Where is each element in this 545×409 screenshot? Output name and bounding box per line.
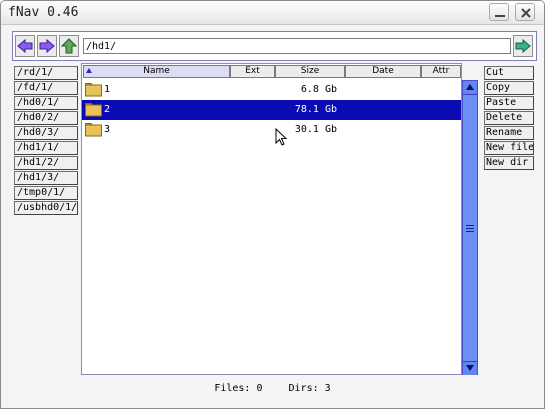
mouse-cursor-icon — [275, 128, 288, 146]
go-button[interactable] — [513, 35, 533, 57]
scroll-up-button[interactable] — [463, 81, 477, 94]
folder-icon — [85, 123, 102, 137]
delete-button[interactable]: Delete — [484, 111, 534, 125]
mount-list: /rd/1/ /fd/1/ /hd0/1/ /hd0/2/ /hd0/3/ /h… — [14, 66, 78, 216]
file-size: 6.8 Gb — [300, 84, 337, 95]
paste-button[interactable]: Paste — [484, 96, 534, 110]
size-column-header[interactable]: Size — [275, 65, 345, 78]
file-list[interactable]: Name Ext Size Date Attr 1 6.8 Gb 2 78.1 … — [81, 63, 462, 375]
file-row-selected[interactable]: 2 78.1 Gb — [82, 100, 461, 120]
path-bar — [12, 31, 537, 61]
mount-button[interactable]: /hd1/2/ — [14, 156, 78, 170]
close-icon — [521, 8, 531, 18]
grip-line — [466, 225, 474, 226]
mount-button[interactable]: /tmp0/1/ — [14, 186, 78, 200]
scroll-down-button[interactable] — [463, 362, 477, 375]
files-count: Files: 0 — [214, 383, 263, 394]
title-bar[interactable]: fNav 0.46 — [1, 1, 544, 25]
name-column-header[interactable]: Name — [83, 65, 230, 78]
left-arrow-icon — [17, 38, 33, 54]
file-size: 78.1 Gb — [294, 104, 337, 115]
file-row[interactable]: 1 6.8 Gb — [82, 80, 461, 100]
up-arrow-icon — [61, 38, 77, 54]
triangle-up-icon — [466, 84, 474, 90]
action-buttons: Cut Copy Paste Delete Rename New file Ne… — [484, 66, 534, 171]
forward-button[interactable] — [37, 35, 57, 57]
minimize-icon — [495, 15, 505, 17]
rename-button[interactable]: Rename — [484, 126, 534, 140]
mount-button[interactable]: /hd0/3/ — [14, 126, 78, 140]
go-arrow-icon — [515, 38, 531, 54]
scroll-thumb[interactable] — [463, 94, 477, 362]
main-panel: /rd/1/ /fd/1/ /hd0/1/ /hd0/2/ /hd0/3/ /h… — [2, 26, 543, 408]
folder-icon — [85, 83, 102, 97]
folder-icon — [85, 103, 102, 117]
file-name: 3 — [104, 124, 111, 135]
minimize-button[interactable] — [489, 3, 509, 21]
grip-line — [466, 228, 474, 229]
close-button[interactable] — [515, 3, 535, 21]
mount-button[interactable]: /hd0/2/ — [14, 111, 78, 125]
path-input[interactable] — [83, 38, 511, 54]
up-button[interactable] — [59, 35, 79, 57]
status-bar: Files: 0 Dirs: 3 — [2, 383, 543, 394]
cut-button[interactable]: Cut — [484, 66, 534, 80]
column-header: Name Ext Size Date Attr — [82, 64, 461, 78]
new-file-button[interactable]: New file — [484, 141, 534, 155]
attr-column-header[interactable]: Attr — [421, 65, 461, 78]
mount-button[interactable]: /fd/1/ — [14, 81, 78, 95]
mount-button[interactable]: /hd0/1/ — [14, 96, 78, 110]
file-name: 1 — [104, 84, 111, 95]
date-column-header[interactable]: Date — [345, 65, 421, 78]
right-arrow-icon — [39, 38, 55, 54]
file-row[interactable]: 3 30.1 Gb — [82, 120, 461, 140]
mount-button[interactable]: /rd/1/ — [14, 66, 78, 80]
grip-line — [466, 231, 474, 232]
copy-button[interactable]: Copy — [484, 81, 534, 95]
sort-ascending-icon — [86, 68, 92, 73]
app-window: fNav 0.46 /hd1/ /rd/1/ /fd/1/ /hd0/1/ /h… — [0, 0, 545, 409]
new-dir-button[interactable]: New dir — [484, 156, 534, 170]
dirs-count: Dirs: 3 — [288, 383, 331, 394]
window-title: fNav 0.46 — [8, 5, 79, 20]
file-name: 2 — [104, 104, 111, 115]
triangle-down-icon — [466, 365, 474, 371]
vertical-scrollbar[interactable] — [462, 80, 478, 375]
mount-button[interactable]: /hd1/1/ — [14, 141, 78, 155]
mount-button[interactable]: /hd1/3/ — [14, 171, 78, 185]
mount-button[interactable]: /usbhd0/1/ — [14, 201, 78, 215]
ext-column-header[interactable]: Ext — [230, 65, 275, 78]
back-button[interactable] — [15, 35, 35, 57]
